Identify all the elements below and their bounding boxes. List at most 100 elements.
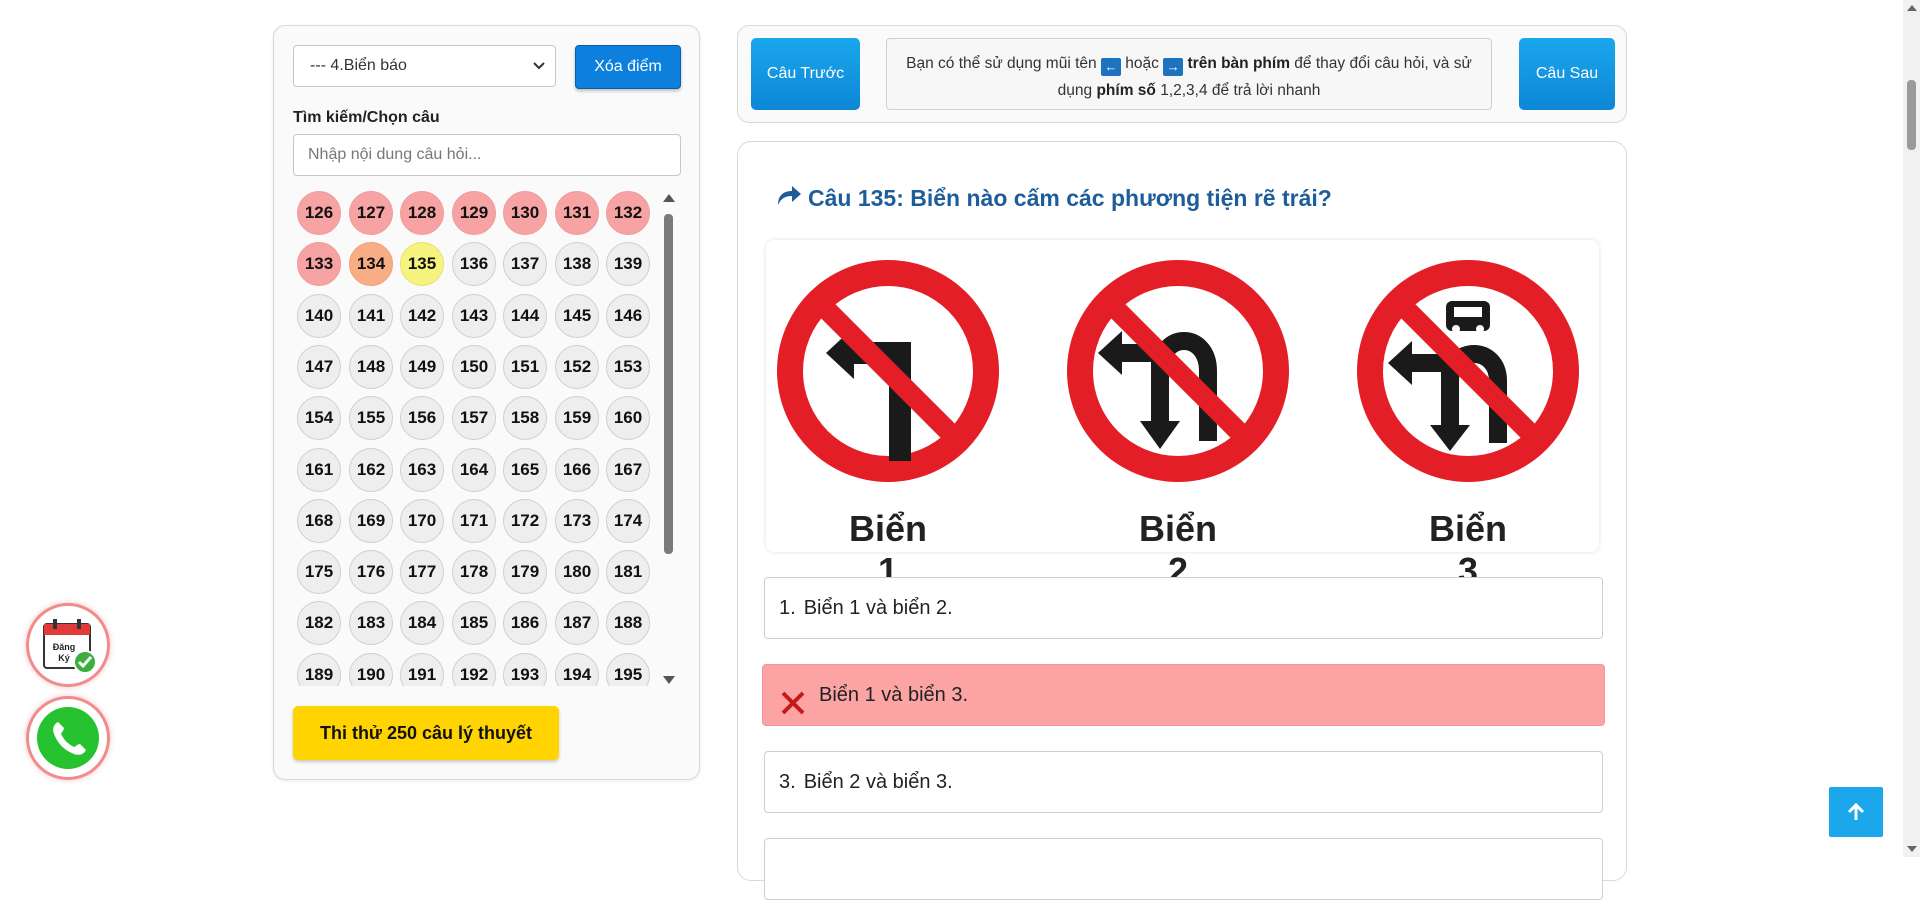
question-number-134[interactable]: 134 bbox=[349, 242, 393, 286]
question-number-192[interactable]: 192 bbox=[452, 653, 496, 686]
question-number-157[interactable]: 157 bbox=[452, 396, 496, 440]
question-number-145[interactable]: 145 bbox=[555, 294, 599, 338]
question-number-128[interactable]: 128 bbox=[400, 191, 444, 235]
practice-exam-button[interactable]: Thi thử 250 câu lý thuyết bbox=[293, 706, 559, 760]
question-panel: Câu 135: Biển nào cấm các phương tiện rẽ… bbox=[737, 141, 1627, 900]
question-number-187[interactable]: 187 bbox=[555, 601, 599, 645]
prev-question-button[interactable]: Câu Trước bbox=[751, 38, 860, 110]
back-to-top-button[interactable] bbox=[1829, 787, 1883, 837]
question-number-153[interactable]: 153 bbox=[606, 345, 650, 389]
scroll-up-icon[interactable] bbox=[1907, 5, 1917, 11]
question-number-174[interactable]: 174 bbox=[606, 499, 650, 543]
question-number-159[interactable]: 159 bbox=[555, 396, 599, 440]
question-number-195[interactable]: 195 bbox=[606, 653, 650, 686]
question-number-163[interactable]: 163 bbox=[400, 448, 444, 492]
question-number-142[interactable]: 142 bbox=[400, 294, 444, 338]
question-number-160[interactable]: 160 bbox=[606, 396, 650, 440]
question-number-139[interactable]: 139 bbox=[606, 242, 650, 286]
question-number-143[interactable]: 143 bbox=[452, 294, 496, 338]
phone-call-button[interactable] bbox=[26, 696, 110, 780]
question-number-133[interactable]: 133 bbox=[297, 242, 341, 286]
question-number-164[interactable]: 164 bbox=[452, 448, 496, 492]
question-number-173[interactable]: 173 bbox=[555, 499, 599, 543]
question-number-184[interactable]: 184 bbox=[400, 601, 444, 645]
sign-no-left-or-u-turn bbox=[1067, 260, 1289, 482]
question-number-165[interactable]: 165 bbox=[503, 448, 547, 492]
question-number-179[interactable]: 179 bbox=[503, 550, 547, 594]
question-number-150[interactable]: 150 bbox=[452, 345, 496, 389]
answer-option-1[interactable]: 1. Biển 1 và biển 2. bbox=[764, 577, 1603, 639]
question-number-127[interactable]: 127 bbox=[349, 191, 393, 235]
register-button[interactable]: Đăng Ký bbox=[26, 603, 110, 687]
question-number-169[interactable]: 169 bbox=[349, 499, 393, 543]
hint-bold-text: phím số bbox=[1096, 82, 1156, 99]
question-number-131[interactable]: 131 bbox=[555, 191, 599, 235]
question-number-129[interactable]: 129 bbox=[452, 191, 496, 235]
question-number-146[interactable]: 146 bbox=[606, 294, 650, 338]
grid-scrollbar[interactable] bbox=[662, 194, 676, 684]
clear-score-button[interactable]: Xóa điểm bbox=[575, 45, 681, 89]
answer-option-3[interactable]: 3. Biển 2 và biển 3. bbox=[764, 751, 1603, 813]
right-arrow-key-icon: → bbox=[1163, 58, 1184, 76]
question-number-130[interactable]: 130 bbox=[503, 191, 547, 235]
question-number-155[interactable]: 155 bbox=[349, 396, 393, 440]
question-number-137[interactable]: 137 bbox=[503, 242, 547, 286]
question-number-135[interactable]: 135 bbox=[400, 242, 444, 286]
question-number-126[interactable]: 126 bbox=[297, 191, 341, 235]
question-number-182[interactable]: 182 bbox=[297, 601, 341, 645]
question-number-170[interactable]: 170 bbox=[400, 499, 444, 543]
question-number-161[interactable]: 161 bbox=[297, 448, 341, 492]
answer-text: Biển 1 và biển 3. bbox=[819, 684, 968, 706]
page-scrollbar-thumb[interactable] bbox=[1907, 80, 1916, 150]
question-number-148[interactable]: 148 bbox=[349, 345, 393, 389]
page-scrollbar[interactable] bbox=[1903, 0, 1920, 857]
question-number-193[interactable]: 193 bbox=[503, 653, 547, 686]
question-number-172[interactable]: 172 bbox=[503, 499, 547, 543]
question-number-188[interactable]: 188 bbox=[606, 601, 650, 645]
question-number-186[interactable]: 186 bbox=[503, 601, 547, 645]
phone-icon bbox=[36, 706, 100, 775]
search-input[interactable] bbox=[293, 134, 681, 176]
answer-option-2[interactable]: Biển 1 và biển 3. bbox=[762, 664, 1605, 726]
question-number-168[interactable]: 168 bbox=[297, 499, 341, 543]
hint-text: Bạn có thể sử dụng mũi tên bbox=[906, 55, 1097, 72]
question-number-154[interactable]: 154 bbox=[297, 396, 341, 440]
question-number-183[interactable]: 183 bbox=[349, 601, 393, 645]
scroll-down-icon[interactable] bbox=[1907, 846, 1917, 852]
question-number-181[interactable]: 181 bbox=[606, 550, 650, 594]
question-number-147[interactable]: 147 bbox=[297, 345, 341, 389]
question-number-158[interactable]: 158 bbox=[503, 396, 547, 440]
question-number-189[interactable]: 189 bbox=[297, 653, 341, 686]
question-number-190[interactable]: 190 bbox=[349, 653, 393, 686]
question-number-194[interactable]: 194 bbox=[555, 653, 599, 686]
question-number-141[interactable]: 141 bbox=[349, 294, 393, 338]
next-question-button[interactable]: Câu Sau bbox=[1519, 38, 1615, 110]
question-number-191[interactable]: 191 bbox=[400, 653, 444, 686]
question-number-180[interactable]: 180 bbox=[555, 550, 599, 594]
question-number-132[interactable]: 132 bbox=[606, 191, 650, 235]
category-select[interactable]: --- 4.Biển báo bbox=[293, 45, 556, 87]
question-number-162[interactable]: 162 bbox=[349, 448, 393, 492]
question-number-177[interactable]: 177 bbox=[400, 550, 444, 594]
question-number-175[interactable]: 175 bbox=[297, 550, 341, 594]
question-title-text: Câu 135: Biển nào cấm các phương tiện rẽ… bbox=[808, 185, 1332, 211]
question-number-167[interactable]: 167 bbox=[606, 448, 650, 492]
question-number-140[interactable]: 140 bbox=[297, 294, 341, 338]
scrollbar-thumb[interactable] bbox=[664, 214, 673, 554]
question-number-138[interactable]: 138 bbox=[555, 242, 599, 286]
scroll-down-icon[interactable] bbox=[663, 676, 675, 684]
question-number-176[interactable]: 176 bbox=[349, 550, 393, 594]
question-number-149[interactable]: 149 bbox=[400, 345, 444, 389]
question-number-156[interactable]: 156 bbox=[400, 396, 444, 440]
question-number-171[interactable]: 171 bbox=[452, 499, 496, 543]
answer-text: Biển 2 và biển 3. bbox=[803, 771, 953, 793]
scroll-up-icon[interactable] bbox=[663, 194, 675, 202]
question-number-185[interactable]: 185 bbox=[452, 601, 496, 645]
question-number-151[interactable]: 151 bbox=[503, 345, 547, 389]
question-number-144[interactable]: 144 bbox=[503, 294, 547, 338]
question-number-166[interactable]: 166 bbox=[555, 448, 599, 492]
question-number-152[interactable]: 152 bbox=[555, 345, 599, 389]
question-number-178[interactable]: 178 bbox=[452, 550, 496, 594]
question-number-136[interactable]: 136 bbox=[452, 242, 496, 286]
answer-option-4[interactable] bbox=[764, 838, 1603, 900]
